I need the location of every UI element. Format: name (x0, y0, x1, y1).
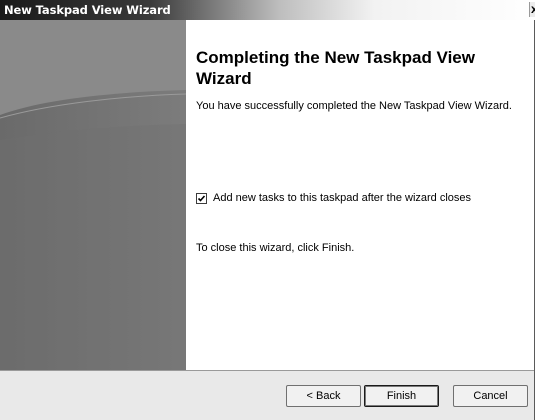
wizard-banner-image (0, 20, 186, 370)
add-tasks-checkbox[interactable] (196, 192, 207, 204)
close-icon[interactable]: x (529, 2, 535, 17)
page-title: Completing the New Taskpad View Wizard (196, 48, 475, 88)
finish-button[interactable]: Finish (364, 385, 439, 407)
completion-message: You have successfully completed the New … (196, 100, 512, 112)
window-title: New Taskpad View Wizard (4, 3, 171, 17)
wizard-window: New Taskpad View Wizard x Completing the… (0, 0, 535, 420)
close-instruction: To close this wizard, click Finish. (196, 242, 355, 254)
add-tasks-label[interactable]: Add new tasks to this taskpad after the … (213, 192, 471, 204)
title-bar[interactable]: New Taskpad View Wizard x (0, 0, 535, 20)
cancel-button[interactable]: Cancel (453, 385, 528, 407)
checkmark-icon (197, 194, 206, 202)
banner-swoosh-graphic (0, 20, 186, 370)
back-button[interactable]: < Back (286, 385, 361, 407)
add-tasks-option[interactable]: Add new tasks to this taskpad after the … (196, 191, 471, 205)
wizard-content: Completing the New Taskpad View Wizard Y… (186, 20, 534, 370)
button-bar: < Back Finish Cancel (0, 370, 534, 420)
